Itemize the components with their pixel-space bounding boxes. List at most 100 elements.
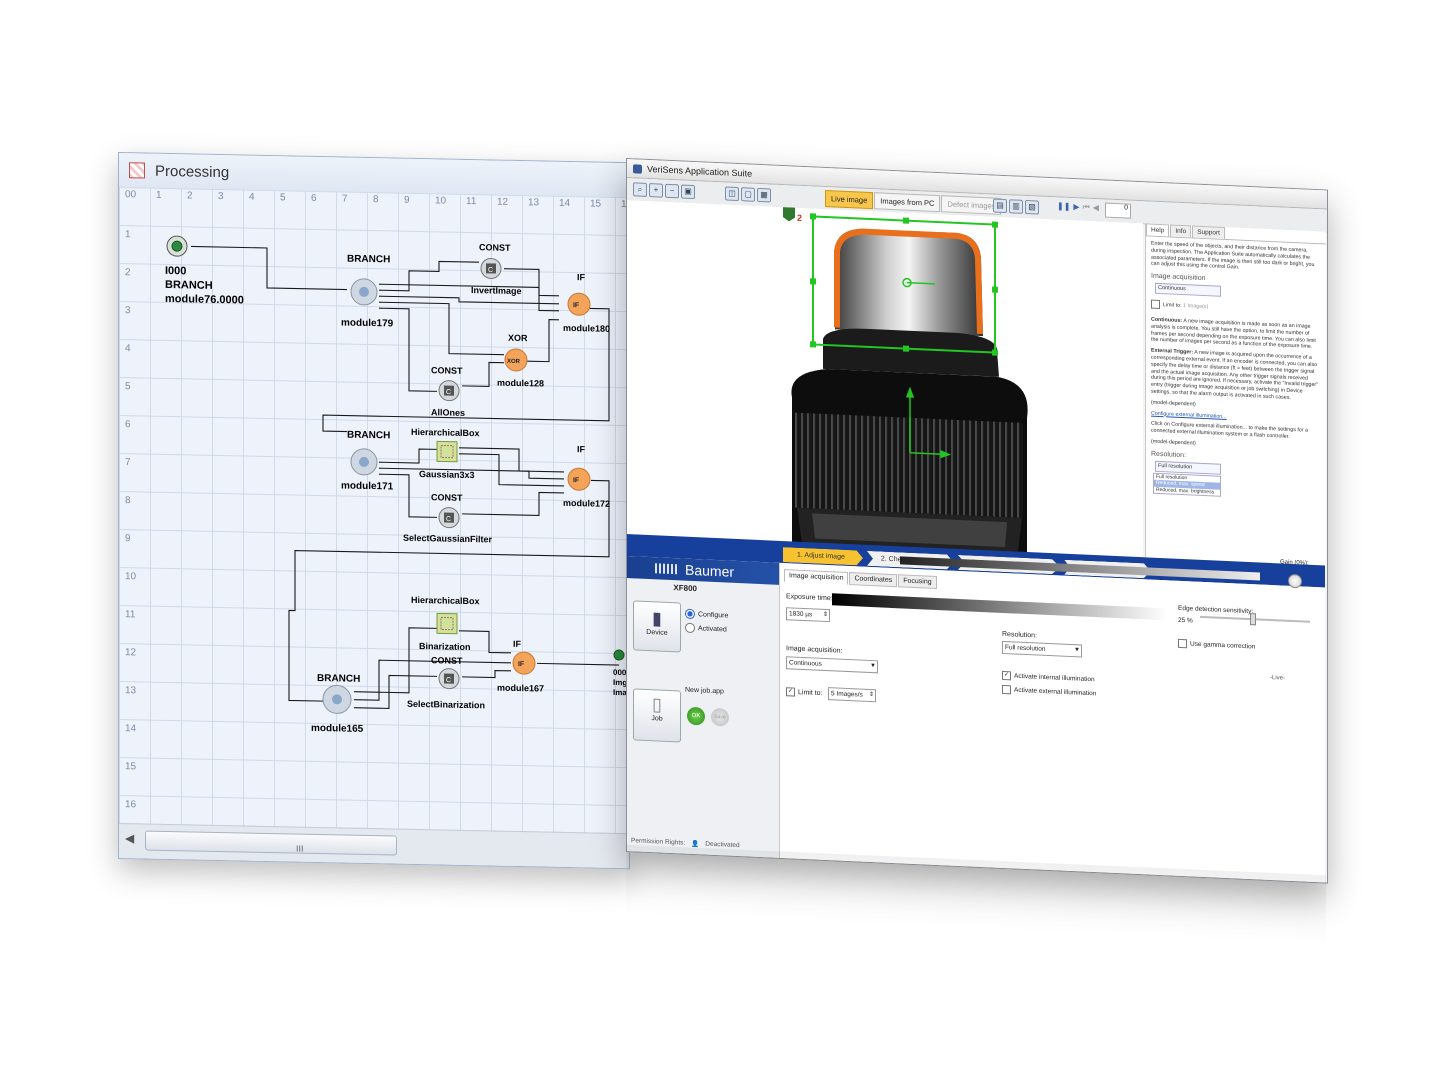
limit-input[interactable]: 5 Images/s ⇕: [828, 687, 876, 703]
device-button[interactable]: ▮ Device: [633, 600, 681, 653]
tab-image-acquisition[interactable]: Image acquisition: [784, 569, 849, 586]
branch-a-label: BRANCH: [347, 254, 390, 266]
ok-button[interactable]: OK: [687, 706, 705, 726]
export-icon[interactable]: ▧: [1025, 199, 1039, 215]
gamma-checkbox[interactable]: [1178, 638, 1187, 649]
if-node-module180[interactable]: IF IF module180: [563, 272, 610, 334]
if-node-module172[interactable]: IF IF module172: [563, 444, 610, 509]
module172-label: module172: [563, 498, 610, 509]
scene: Processing 001234567891011121314151617 1…: [0, 0, 1440, 1080]
help-ext-text: A new image is acquired upon the occurre…: [1151, 349, 1319, 401]
col-ruler-label: 1: [156, 190, 162, 201]
help-res-list[interactable]: Full resolution Reduced, max. speed Redu…: [1153, 472, 1221, 497]
if-c-glyph: IF: [518, 661, 525, 668]
hbox-node-binarization[interactable]: HierarchicalBox Binarization: [411, 595, 480, 652]
acq-select[interactable]: Continuous ▼: [786, 656, 878, 674]
pause-icon[interactable]: ❚❚: [1057, 201, 1070, 212]
play-icon[interactable]: ▶: [1073, 202, 1079, 212]
help-limit-checkbox[interactable]: [1151, 299, 1160, 310]
activated-radio-row[interactable]: Activated: [685, 622, 727, 635]
help-intro: Enter the speed of the objects, and thei…: [1151, 240, 1315, 271]
spin-icon[interactable]: ⇕: [823, 610, 828, 621]
activated-radio[interactable]: [685, 622, 695, 634]
job-button[interactable]: ▯ Job: [633, 688, 681, 743]
configure-radio[interactable]: [685, 608, 695, 620]
load-image-icon[interactable]: ▥: [1009, 199, 1023, 214]
limit-spin-icon[interactable]: ⇕: [869, 690, 874, 701]
const-node-selgauss[interactable]: CONST C SelectGaussianFilter: [403, 492, 493, 545]
device-button-label: Device: [646, 628, 668, 637]
help-acq-select[interactable]: Continuous: [1155, 282, 1221, 297]
if-node-module167[interactable]: IF IF module167: [497, 639, 544, 694]
tab-images-from-pc[interactable]: Images from PC: [874, 192, 941, 213]
row-ruler-label: 10: [125, 571, 137, 582]
const-node-selbin[interactable]: CONST C SelectBinarization: [407, 655, 485, 711]
resolution-label: Resolution:: [1002, 630, 1038, 640]
resolution-select[interactable]: Full resolution ▼: [1002, 640, 1082, 658]
source-label-3: module76.0000: [165, 293, 244, 307]
help-illumination-link[interactable]: Configure external illumination...: [1151, 410, 1227, 419]
branch-node-module179[interactable]: BRANCH module179: [341, 253, 394, 330]
col-ruler-label: 15: [590, 198, 602, 209]
zoom-in-icon[interactable]: +: [649, 183, 663, 198]
tab-help[interactable]: Help: [1146, 223, 1170, 237]
flow-graph[interactable]: 001234567891011121314151617 123456789101…: [119, 187, 629, 834]
overlay-icon[interactable]: ◫: [725, 186, 739, 202]
zoom-fit-icon[interactable]: ⌕: [633, 182, 647, 197]
const-d-label: CONST: [431, 655, 463, 666]
zoom-actual-icon[interactable]: ▣: [681, 184, 695, 200]
internal-illum-row: ✓ Activate internal illumination: [1002, 670, 1095, 684]
scroll-left-icon[interactable]: ◀: [125, 831, 134, 845]
tab-coordinates[interactable]: Coordinates: [849, 572, 898, 588]
binarization-label: Binarization: [419, 641, 471, 652]
tab-support[interactable]: Support: [1192, 225, 1225, 239]
gamma-label: Use gamma correction: [1190, 640, 1256, 651]
roi-icon[interactable]: ▢: [741, 187, 755, 202]
exposure-input[interactable]: 1830 µs ⇕: [786, 607, 830, 623]
camera-image[interactable]: 2: [627, 200, 1143, 565]
prev-frame-icon[interactable]: ◀: [1093, 203, 1099, 213]
col-ruler-label: 00: [125, 189, 137, 200]
module167-label: module167: [497, 683, 544, 694]
tab-focusing[interactable]: Focusing: [898, 574, 937, 589]
limit-checkbox[interactable]: ✓: [786, 687, 795, 697]
branch-node-module171[interactable]: BRANCH module171: [341, 429, 394, 493]
xor-node-module128[interactable]: XOR XOR module128: [497, 333, 544, 389]
hbox-a-label: HierarchicalBox: [411, 427, 480, 438]
row-ruler-label: 6: [125, 419, 131, 430]
help-continuous: Continuous: A new image acquisition is m…: [1151, 317, 1321, 352]
edge-slider-thumb[interactable]: [1250, 613, 1256, 626]
external-illum-checkbox[interactable]: [1002, 684, 1011, 695]
zoom-out-icon[interactable]: −: [665, 183, 679, 199]
grid-icon[interactable]: ▦: [757, 187, 771, 203]
row-ruler-label: 4: [125, 343, 131, 354]
const-b-label: CONST: [431, 365, 463, 376]
scroll-grip: III: [296, 843, 304, 854]
source-label-2: BRANCH: [165, 279, 213, 292]
scroll-thumb[interactable]: III: [145, 830, 397, 856]
row-ruler-label: 16: [125, 799, 137, 810]
module180-label: module180: [563, 323, 610, 334]
configure-radio-row[interactable]: Configure: [685, 608, 728, 621]
if-a-glyph: IF: [573, 302, 580, 309]
row-ruler-label: 11: [125, 609, 136, 620]
row-ruler-label: 13: [125, 685, 137, 696]
save-image-icon[interactable]: ▤: [993, 198, 1007, 214]
live-image-pane[interactable]: 2: [627, 200, 1143, 566]
external-illum-label: Activate external illumination: [1014, 686, 1097, 698]
internal-illum-checkbox[interactable]: ✓: [1002, 670, 1011, 681]
gain-knob[interactable]: [1288, 573, 1302, 589]
verisens-app-icon: [633, 163, 642, 174]
if-c-label: IF: [513, 639, 521, 649]
resolution-value: Full resolution: [1005, 644, 1046, 653]
frame-number-input[interactable]: 0: [1105, 202, 1131, 219]
exposure-gradient[interactable]: [832, 593, 1167, 621]
tab-info[interactable]: Info: [1170, 224, 1192, 238]
processing-canvas[interactable]: 001234567891011121314151617 123456789101…: [119, 187, 629, 835]
row-ruler-label: 5: [125, 381, 131, 392]
branch-node-module165[interactable]: BRANCH module165: [311, 673, 364, 735]
save-job-button[interactable]: Save: [711, 707, 729, 727]
job-name: New job.app: [685, 686, 724, 696]
tab-live-image[interactable]: Live image: [825, 189, 874, 210]
first-frame-icon[interactable]: ⏮: [1083, 203, 1090, 213]
